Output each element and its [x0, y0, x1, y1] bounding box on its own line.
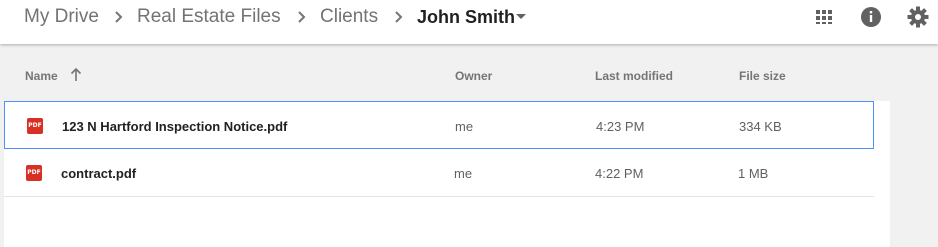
file-name: contract.pdf: [61, 166, 137, 181]
column-header-owner[interactable]: Owner: [455, 69, 492, 83]
chevron-right-icon: [395, 11, 403, 23]
file-owner: me: [455, 119, 474, 134]
chevron-right-icon: [115, 11, 123, 23]
column-header-row: Name Owner Last modified File size: [0, 44, 938, 100]
pdf-file-icon: PDF: [27, 118, 43, 134]
file-row[interactable]: PDF 123 N Hartford Inspection Notice.pdf…: [4, 101, 874, 149]
file-size: 1 MB: [738, 166, 769, 181]
file-size: 334 KB: [739, 119, 782, 134]
file-row[interactable]: PDF contract.pdf me 4:22 PM 1 MB: [4, 149, 874, 197]
pdf-file-icon: PDF: [26, 165, 42, 181]
column-header-file-size[interactable]: File size: [739, 69, 786, 83]
top-bar: My Drive Real Estate Files Clients John …: [0, 0, 938, 44]
file-name: 123 N Hartford Inspection Notice.pdf: [62, 119, 288, 134]
column-header-name[interactable]: Name: [25, 69, 58, 83]
file-last-modified: 4:22 PM: [595, 166, 644, 181]
chevron-right-icon: [298, 11, 306, 23]
file-last-modified: 4:23 PM: [596, 119, 645, 134]
column-header-last-modified[interactable]: Last modified: [595, 69, 673, 83]
breadcrumb-real-estate-files[interactable]: Real Estate Files: [137, 7, 281, 27]
folder-menu-dropdown-icon[interactable]: [516, 14, 526, 19]
info-icon[interactable]: [860, 6, 882, 28]
settings-gear-icon[interactable]: [907, 6, 929, 28]
sort-ascending-arrow-icon[interactable]: [70, 68, 82, 82]
breadcrumb-current-folder[interactable]: John Smith: [417, 7, 515, 27]
breadcrumb-my-drive[interactable]: My Drive: [24, 7, 99, 27]
file-owner: me: [454, 166, 473, 181]
grid-view-icon[interactable]: [813, 6, 835, 28]
breadcrumb-clients[interactable]: Clients: [320, 7, 378, 27]
